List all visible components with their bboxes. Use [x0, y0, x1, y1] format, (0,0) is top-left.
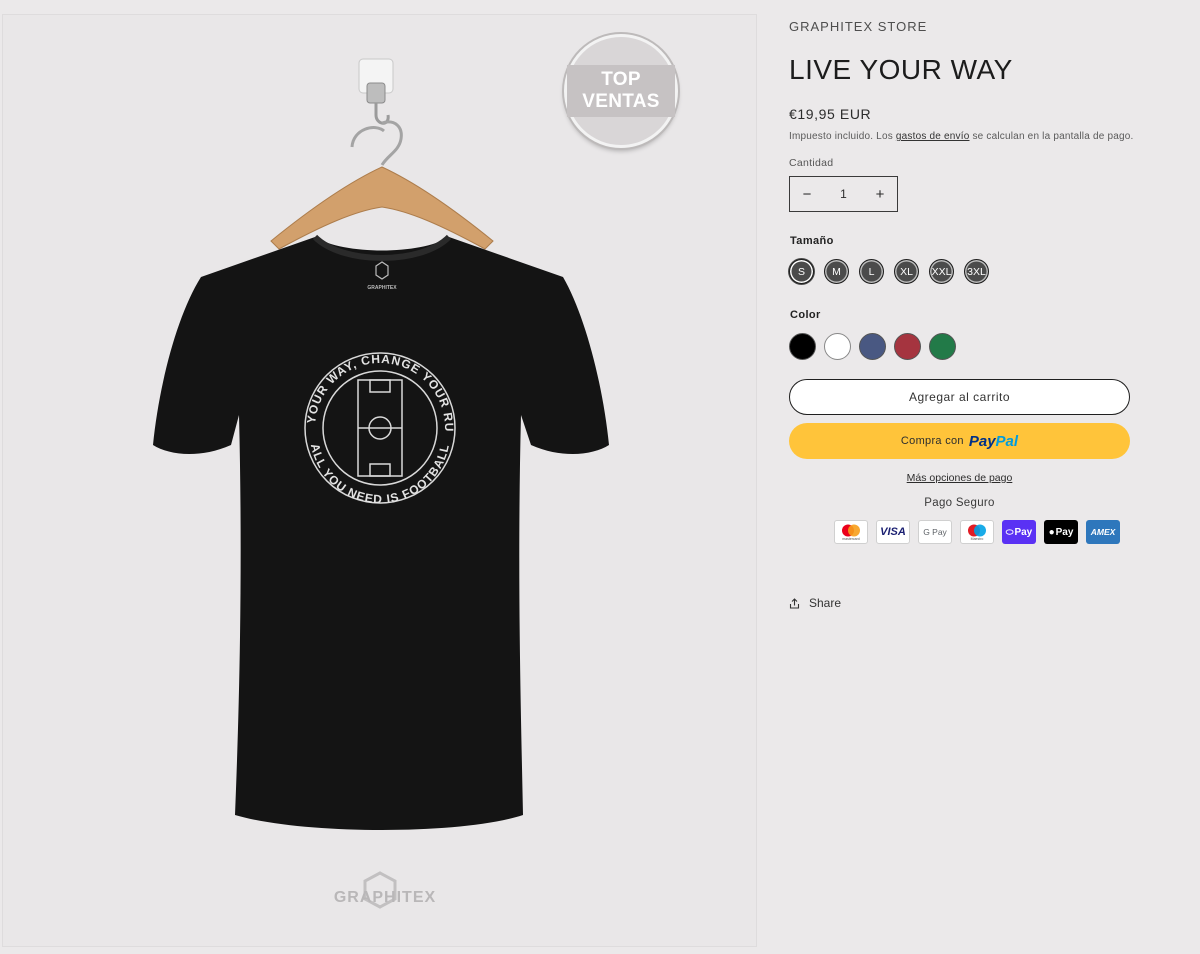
shop-pay-text: Pay — [1014, 526, 1033, 538]
size-option-s[interactable]: S — [789, 259, 814, 284]
tshirt-image: GRAPHITEX LIVE YOUR WAY, CHANGE YOUR RUL… — [3, 15, 609, 909]
color-label: Color — [790, 309, 821, 321]
paypal-prefix: Compra con — [900, 435, 964, 447]
more-payment-options-link[interactable]: Más opciones de pago — [789, 472, 1130, 484]
product-title: LIVE YOUR WAY — [789, 54, 1013, 85]
google-pay-icon: G Pay — [918, 520, 952, 544]
apple-pay-text: Pay — [1055, 526, 1074, 538]
paypal-logo-icon: PayPal — [969, 433, 1018, 450]
quantity-minus-button[interactable]: − — [790, 186, 824, 203]
visa-icon: VISA — [876, 520, 910, 544]
size-label: Tamaño — [790, 235, 834, 247]
size-option-xl[interactable]: XL — [894, 259, 919, 284]
size-option-m[interactable]: M — [824, 259, 849, 284]
amex-icon: AMEX — [1086, 520, 1120, 544]
tax-note: Impuesto incluido. Los gastos de envío s… — [789, 131, 1133, 142]
payment-icons: mastercard VISA G Pay Maestro ⬭ Pay ● Pay … — [834, 520, 1128, 544]
maestro-icon: Maestro — [960, 520, 994, 544]
paypal-pal: Pal — [995, 432, 1019, 450]
product-price: €19,95 EUR — [789, 106, 872, 122]
secure-payment-label: Pago Seguro — [924, 497, 995, 509]
top-ventas-badge: TOP VENTAS — [564, 34, 678, 148]
paypal-pay: Pay — [968, 432, 996, 450]
quantity-label: Cantidad — [789, 157, 834, 169]
add-to-cart-button[interactable]: Agregar al carrito — [789, 379, 1130, 415]
badge-line-2: VENTAS — [582, 91, 660, 112]
maestro-text: Maestro — [970, 536, 984, 541]
watermark-text: GRAPHITEX — [333, 889, 437, 906]
share-label: Share — [809, 596, 842, 610]
shipping-link[interactable]: gastos de envío — [896, 131, 970, 142]
share-button[interactable]: Share — [789, 596, 841, 610]
color-swatch-navy[interactable] — [859, 333, 886, 360]
badge-line-1: TOP — [601, 69, 641, 90]
hanger — [270, 166, 494, 250]
color-swatch-black[interactable] — [789, 333, 816, 360]
watermark: GRAPHITEX — [325, 887, 445, 907]
paypal-button[interactable]: Compra con PayPal — [789, 423, 1130, 459]
vendor-name: GRAPHITEX STORE — [789, 19, 928, 34]
size-option-l[interactable]: L — [859, 259, 884, 284]
quantity-plus-button[interactable]: + — [863, 186, 897, 203]
color-options — [789, 333, 964, 360]
apple-pay-icon: ● Pay — [1044, 520, 1078, 544]
share-icon — [789, 597, 800, 609]
tshirt-shape — [153, 237, 609, 830]
quantity-input[interactable]: 1 — [829, 187, 859, 201]
product-media[interactable]: GRAPHITEX LIVE YOUR WAY, CHANGE YOUR RUL… — [2, 14, 757, 947]
quantity-stepper[interactable]: − 1 + — [789, 176, 898, 212]
tax-prefix: Impuesto incluido. Los — [789, 131, 896, 142]
color-swatch-green[interactable] — [929, 333, 956, 360]
mastercard-icon: mastercard — [834, 520, 868, 544]
shop-pay-icon: ⬭ Pay — [1002, 520, 1036, 544]
color-swatch-white[interactable] — [824, 333, 851, 360]
color-swatch-red[interactable] — [894, 333, 921, 360]
size-options: S M L XL XXL 3XL — [789, 259, 999, 284]
hook-icon — [350, 58, 403, 166]
svg-text:GRAPHITEX: GRAPHITEX — [367, 285, 397, 291]
mastercard-text: mastercard — [842, 536, 860, 541]
tax-suffix: se calculan en la pantalla de pago. — [969, 131, 1134, 142]
size-option-3xl[interactable]: 3XL — [964, 259, 989, 284]
size-option-xxl[interactable]: XXL — [929, 259, 954, 284]
